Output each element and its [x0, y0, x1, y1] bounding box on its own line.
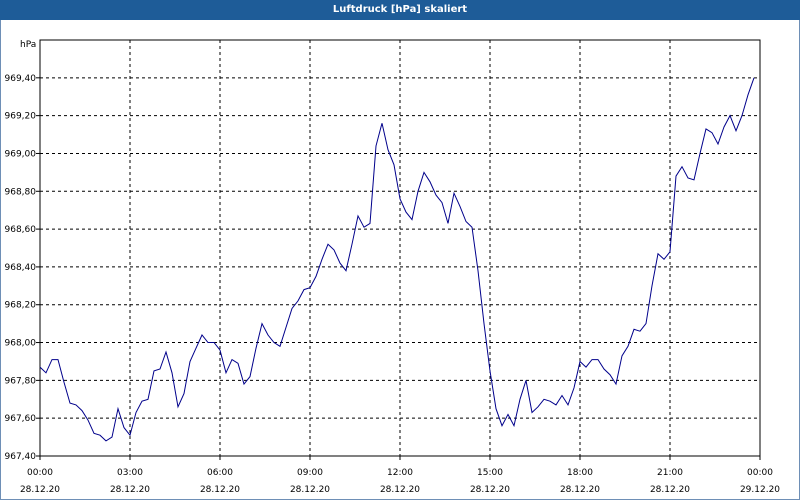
x-tick-date: 28.12.20 — [20, 485, 60, 495]
x-tick-time: 00:00 — [747, 468, 773, 478]
pressure-series-line — [39, 77, 755, 442]
x-tick-time: 06:00 — [207, 468, 233, 478]
x-tick-time: 03:00 — [117, 468, 143, 478]
y-tick-label: 969,00 — [5, 149, 37, 159]
y-tick-label: 969,20 — [5, 112, 37, 122]
x-tick-time: 09:00 — [297, 468, 323, 478]
y-axis-label: hPa — [20, 40, 36, 50]
y-tick-label: 968,20 — [5, 301, 37, 311]
y-tick-label: 968,40 — [5, 263, 37, 273]
y-tick-label: 967,40 — [5, 452, 37, 462]
x-tick-date: 28.12.20 — [110, 485, 150, 495]
x-tick-time: 00:00 — [27, 468, 53, 478]
x-tick-date: 28.12.20 — [560, 485, 600, 495]
y-tick-label: 968,60 — [5, 225, 37, 235]
x-tick-date: 29.12.20 — [740, 485, 780, 495]
x-axis-ticks: 00:00 28.12.20 03:00 28.12.20 06:00 28.12.20 0… — [20, 456, 780, 495]
y-tick-label: 968,00 — [5, 339, 37, 349]
y-tick-label: 967,60 — [5, 414, 37, 424]
x-tick-date: 28.12.20 — [470, 485, 510, 495]
x-tick-date: 28.12.20 — [650, 485, 690, 495]
x-tick-time: 12:00 — [387, 468, 413, 478]
y-tick-label: 968,80 — [5, 187, 37, 197]
y-axis-ticks: 967,40 967,60 967,80 968,00 968,20 968,40 968,… — [5, 74, 40, 462]
x-tick-time: 18:00 — [567, 468, 593, 478]
y-tick-label: 967,80 — [5, 376, 37, 386]
x-tick-date: 28.12.20 — [200, 485, 240, 495]
x-tick-date: 28.12.20 — [380, 485, 420, 495]
grid — [39, 40, 761, 457]
x-tick-date: 28.12.20 — [290, 485, 330, 495]
y-tick-label: 969,40 — [5, 74, 37, 84]
pressure-chart: hPa 967,40 967,60 967,80 968,00 968,20 968,40… — [5, 39, 780, 495]
x-tick-time: 21:00 — [657, 468, 683, 478]
x-tick-time: 15:00 — [477, 468, 503, 478]
